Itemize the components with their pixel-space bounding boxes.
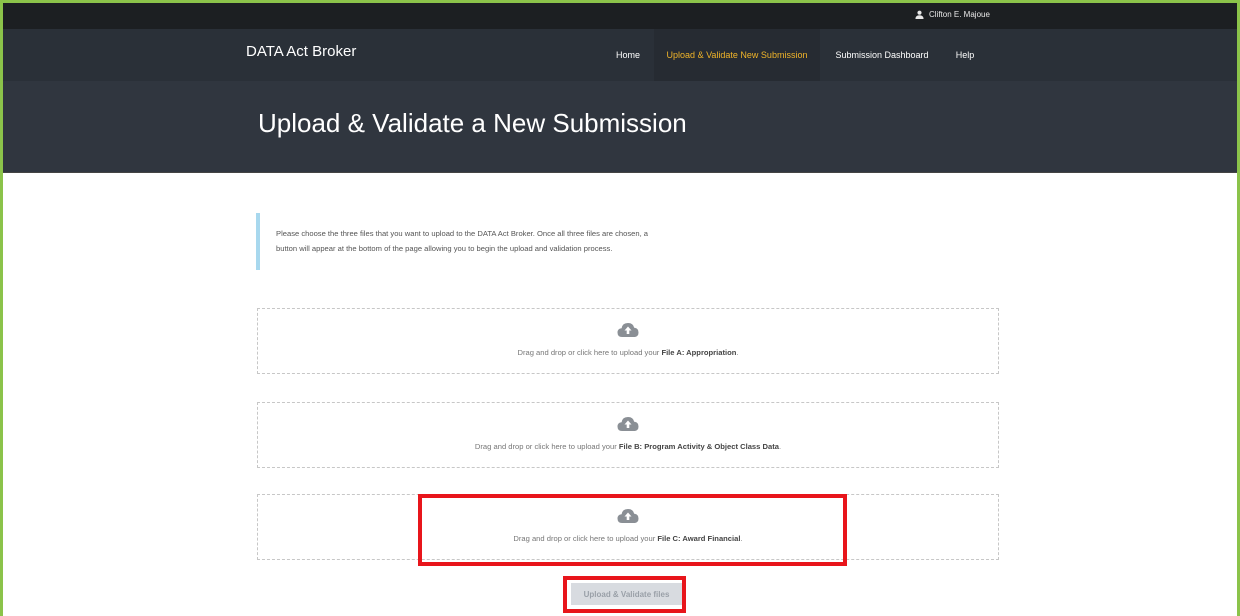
dropzone-file-a[interactable]: Drag and drop or click here to upload yo… — [257, 308, 999, 374]
cloud-upload-icon — [617, 417, 639, 431]
dropzone-file-b[interactable]: Drag and drop or click here to upload yo… — [257, 402, 999, 468]
page-title: Upload & Validate a New Submission — [258, 108, 687, 138]
dropzone-label: Drag and drop or click here to upload yo… — [474, 442, 782, 451]
instructions-line-2: button will appear at the bottom of the … — [276, 244, 613, 253]
nav-help[interactable]: Help — [948, 29, 982, 81]
page-header: Upload & Validate a New Submission — [0, 81, 1240, 173]
instructions-line-1: Please choose the three files that you w… — [276, 229, 649, 238]
highlight-box-upload-button — [563, 576, 686, 613]
main-navbar: DATA Act Broker Home Upload & Validate N… — [0, 29, 1240, 81]
user-name: Clifton E. Majoue — [929, 10, 990, 19]
instructions-callout: Please choose the three files that you w… — [256, 213, 776, 270]
cloud-upload-icon — [617, 323, 639, 337]
brand-logo[interactable]: DATA Act Broker — [246, 43, 356, 60]
top-bar: Clifton E. Majoue — [0, 0, 1240, 29]
user-icon — [915, 10, 924, 19]
user-menu[interactable]: Clifton E. Majoue — [915, 0, 990, 29]
nav-home[interactable]: Home — [606, 29, 650, 81]
nav-upload-validate[interactable]: Upload & Validate New Submission — [654, 29, 820, 81]
highlight-box-file-c — [418, 494, 847, 566]
main-content: Please choose the three files that you w… — [0, 173, 1240, 616]
dropzone-label: Drag and drop or click here to upload yo… — [517, 348, 739, 357]
nav-submission-dashboard[interactable]: Submission Dashboard — [820, 29, 944, 81]
